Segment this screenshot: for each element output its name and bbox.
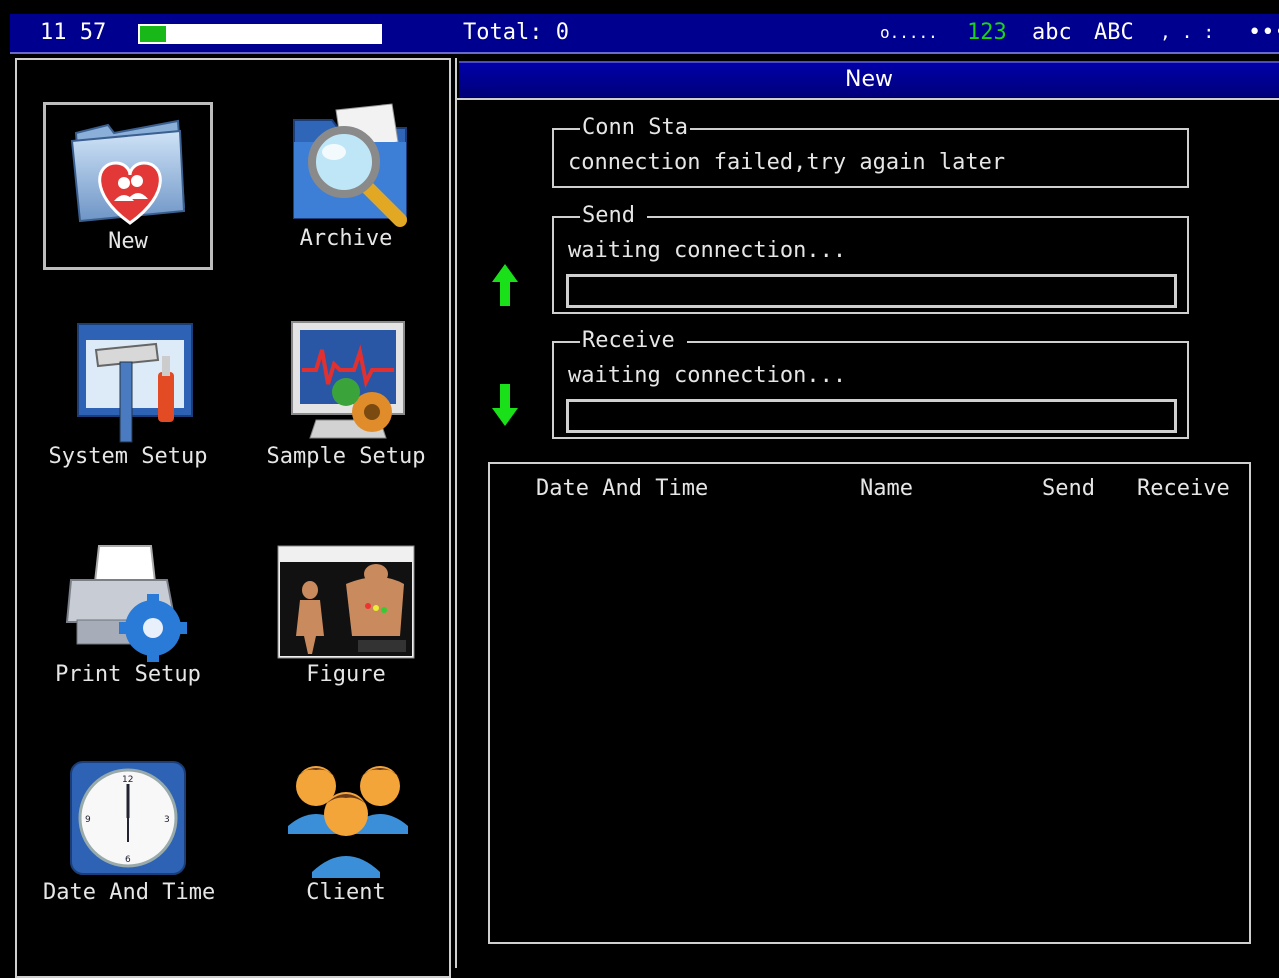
input-mode-punct[interactable]: , . : [1160,18,1214,48]
panel-title: New [845,67,893,92]
menu-item-label: System Setup [48,444,208,469]
menu-item-system-setup[interactable]: System Setup [43,320,213,488]
menu-item-label: New [108,229,148,254]
send-group: Send waiting connection... [552,204,1189,314]
menu-item-sample-setup[interactable]: Sample Setup [261,320,431,488]
svg-text:6: 6 [125,855,131,865]
send-progress-bar [566,274,1177,308]
clock-icon: 12 3 6 9 [70,761,186,875]
svg-text:9: 9 [85,815,91,825]
connection-status-legend: Conn Sta [580,115,690,140]
column-header-send[interactable]: Send [1042,476,1095,501]
status-bar: 11 57 Total: 0 o..... 123 abc ABC , . : … [10,14,1279,54]
column-header-date-time[interactable]: Date And Time [536,476,708,501]
transfer-list[interactable]: Date And Time Name Send Receive [488,462,1251,944]
panel-title-bar: New [459,61,1279,99]
receive-status-text: waiting connection... [568,363,847,388]
printer-gear-icon [65,545,187,662]
menu-item-client[interactable]: Client [261,756,431,924]
receive-group: Receive waiting connection... [552,329,1189,439]
monitor-gear-icon [291,321,405,439]
input-mode-ABC[interactable]: ABC [1094,18,1134,48]
receive-legend: Receive [580,329,687,353]
menu-item-print-setup[interactable]: Print Setup [43,538,213,706]
folder-heart-icon [70,119,186,225]
svg-text:3: 3 [164,815,170,825]
send-status-text: waiting connection... [568,238,847,263]
menu-item-label: Client [306,880,386,905]
input-mode-123[interactable]: 123 [967,18,1007,48]
input-mode-abc[interactable]: abc [1032,18,1072,48]
svg-text:12: 12 [122,775,133,785]
folder-magnifier-icon [293,103,407,227]
send-legend: Send [580,204,647,228]
menu-item-label: Date And Time [43,880,216,905]
receive-progress-bar [566,399,1177,433]
menu-item-figure[interactable]: Figure [261,538,431,706]
connection-status-group: Conn Sta connection failed,try again lat… [552,116,1189,188]
menu-item-date-and-time[interactable]: 12 3 6 9 Date And Time [43,756,216,924]
menu-item-new[interactable]: New [43,102,213,270]
body-figure-icon [277,545,415,659]
hammer-screwdriver-icon [77,323,193,443]
connection-status-text: connection failed,try again later [568,150,1006,175]
menu-item-label: Archive [299,226,393,251]
menu-item-label: Figure [306,662,386,687]
people-icon [288,766,408,878]
upload-arrow-icon [492,264,518,306]
more-icon[interactable]: ••• [1248,18,1279,48]
clock-time: 11 57 [40,20,107,45]
download-arrow-icon [492,384,518,426]
column-header-name[interactable]: Name [860,476,913,501]
divider [457,98,1279,100]
cursor-dots: o..... [880,23,938,42]
total-count: Total: 0 [463,20,569,45]
main-menu: New Archive System Setup Sample Setup Pr… [15,58,451,978]
menu-item-label: Print Setup [55,662,201,687]
menu-item-archive[interactable]: Archive [261,102,431,270]
column-header-receive[interactable]: Receive [1137,476,1230,501]
menu-item-label: Sample Setup [266,444,426,469]
battery-bar [138,24,382,44]
